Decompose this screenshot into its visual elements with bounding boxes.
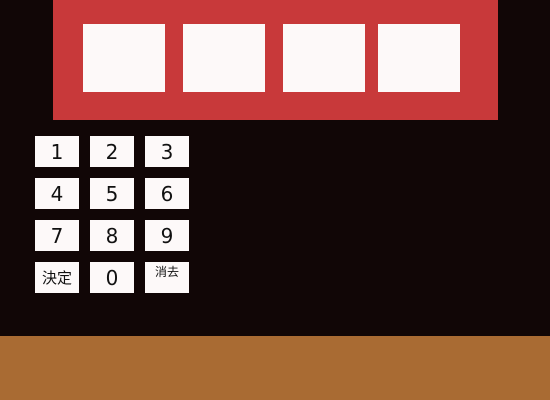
code-slot-4 bbox=[378, 24, 460, 92]
key-5[interactable]: 5 bbox=[90, 178, 134, 209]
confirm-button[interactable]: 決定 bbox=[35, 262, 79, 293]
key-0[interactable]: 0 bbox=[90, 262, 134, 293]
clear-button[interactable]: 消去 bbox=[145, 262, 189, 293]
key-7[interactable]: 7 bbox=[35, 220, 79, 251]
code-display-panel bbox=[53, 0, 498, 120]
key-3[interactable]: 3 bbox=[145, 136, 189, 167]
code-slot-1 bbox=[83, 24, 165, 92]
key-8[interactable]: 8 bbox=[90, 220, 134, 251]
key-6[interactable]: 6 bbox=[145, 178, 189, 209]
key-1[interactable]: 1 bbox=[35, 136, 79, 167]
code-slot-2 bbox=[183, 24, 265, 92]
floor bbox=[0, 336, 550, 400]
code-slot-3 bbox=[283, 24, 365, 92]
key-2[interactable]: 2 bbox=[90, 136, 134, 167]
key-9[interactable]: 9 bbox=[145, 220, 189, 251]
key-4[interactable]: 4 bbox=[35, 178, 79, 209]
